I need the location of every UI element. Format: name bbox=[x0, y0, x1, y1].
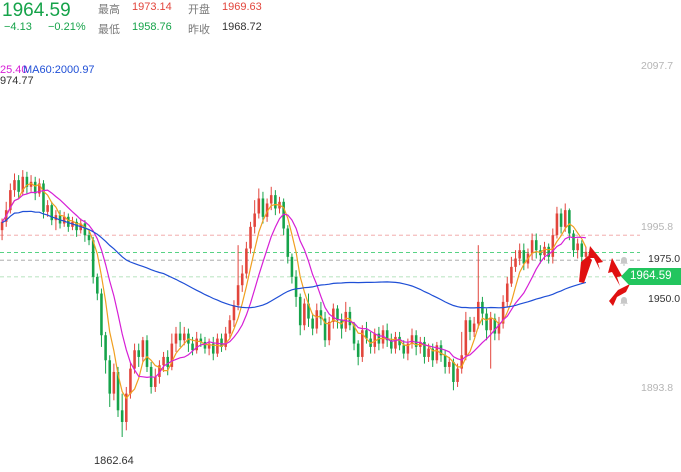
candle-body bbox=[514, 258, 517, 267]
candle-body bbox=[443, 355, 447, 367]
candle-body bbox=[104, 335, 107, 361]
candle-body bbox=[472, 323, 476, 332]
candle-body bbox=[485, 313, 488, 331]
candle-body bbox=[576, 243, 579, 251]
candle-body bbox=[153, 376, 157, 387]
candle-body bbox=[543, 246, 546, 256]
candle-body bbox=[563, 210, 567, 227]
y-tick-label: 1893.8 bbox=[641, 382, 674, 394]
candle-body bbox=[476, 301, 480, 324]
candle-body bbox=[42, 183, 45, 212]
candle-body bbox=[249, 226, 252, 249]
candlestick-chart[interactable] bbox=[0, 0, 681, 472]
bell-icon[interactable] bbox=[619, 293, 629, 311]
candle-body bbox=[427, 348, 430, 357]
candle-body bbox=[530, 240, 534, 254]
candle-body bbox=[162, 356, 165, 366]
candle-body bbox=[257, 198, 261, 214]
candle-body bbox=[261, 198, 265, 217]
candle-body bbox=[236, 285, 240, 306]
candle-body bbox=[120, 410, 124, 422]
ma60-label: MA60:2000.97 bbox=[23, 64, 95, 76]
candle-body bbox=[108, 360, 112, 394]
candle-body bbox=[294, 276, 298, 297]
candle-body bbox=[137, 350, 141, 357]
candle-body bbox=[203, 341, 207, 349]
candle-body bbox=[534, 240, 538, 251]
y-tick-label: 1995.8 bbox=[641, 221, 674, 233]
candle-body bbox=[129, 368, 132, 394]
candle-body bbox=[112, 371, 116, 394]
candle-body bbox=[50, 205, 54, 221]
candle-body bbox=[145, 340, 149, 367]
ma-fast-line bbox=[1, 182, 587, 400]
candle-body bbox=[191, 343, 194, 351]
candle-body bbox=[559, 213, 563, 227]
candle-body bbox=[178, 333, 182, 341]
visible-high-annotation: 974.77 bbox=[0, 75, 34, 87]
candle-body bbox=[17, 180, 20, 192]
candle-body bbox=[464, 320, 468, 356]
candle-body bbox=[303, 303, 306, 326]
candle-body bbox=[253, 213, 256, 227]
bell-icon[interactable] bbox=[619, 253, 629, 271]
candle-body bbox=[96, 276, 99, 294]
candle-body bbox=[522, 250, 526, 264]
candle-body bbox=[315, 310, 319, 329]
candle-body bbox=[141, 340, 145, 357]
candle-body bbox=[0, 221, 4, 231]
y-tick-label: 2097.7 bbox=[641, 60, 674, 72]
alert-arrow-icon bbox=[588, 246, 603, 270]
candle-body bbox=[468, 320, 472, 332]
candle-body bbox=[166, 356, 169, 367]
candle-body bbox=[232, 305, 236, 321]
candle-body bbox=[356, 343, 360, 357]
candle-body bbox=[182, 333, 186, 341]
alert-arrow-icon bbox=[579, 256, 592, 283]
candle-body bbox=[133, 350, 136, 369]
candle-body bbox=[510, 266, 513, 284]
candle-body bbox=[402, 345, 406, 354]
candle-body bbox=[584, 251, 588, 257]
candle-body bbox=[286, 228, 290, 257]
candle-body bbox=[46, 205, 49, 212]
candle-body bbox=[274, 195, 277, 209]
candle-body bbox=[298, 296, 302, 326]
candle-body bbox=[489, 318, 492, 331]
candle-body bbox=[87, 235, 91, 241]
candle-body bbox=[83, 223, 87, 236]
candle-body bbox=[572, 233, 575, 251]
candle-body bbox=[311, 318, 314, 329]
candle-body bbox=[13, 180, 16, 191]
candle-body bbox=[447, 361, 451, 367]
alert-level-upper[interactable]: 1975.0 bbox=[648, 253, 680, 265]
alert-level-lower[interactable]: 1950.0 bbox=[648, 293, 680, 305]
candle-body bbox=[245, 248, 248, 274]
candle-body bbox=[240, 273, 244, 286]
visible-low-annotation: 1862.64 bbox=[94, 455, 134, 467]
candle-body bbox=[228, 320, 232, 334]
candle-body bbox=[518, 250, 521, 259]
current-price-tag: 1964.59 bbox=[621, 268, 681, 285]
candle-body bbox=[452, 361, 455, 382]
candle-body bbox=[174, 333, 178, 344]
candle-body bbox=[555, 213, 559, 236]
ma-mid-line bbox=[1, 189, 586, 379]
candle-body bbox=[456, 368, 459, 382]
candle-body bbox=[100, 293, 103, 336]
candle-body bbox=[568, 210, 571, 234]
candle-body bbox=[269, 195, 273, 204]
candle-body bbox=[580, 243, 584, 257]
candle-body bbox=[505, 283, 509, 302]
candle-body bbox=[224, 333, 227, 347]
candle-body bbox=[327, 321, 331, 341]
candle-body bbox=[290, 256, 294, 277]
candle-body bbox=[394, 336, 397, 349]
